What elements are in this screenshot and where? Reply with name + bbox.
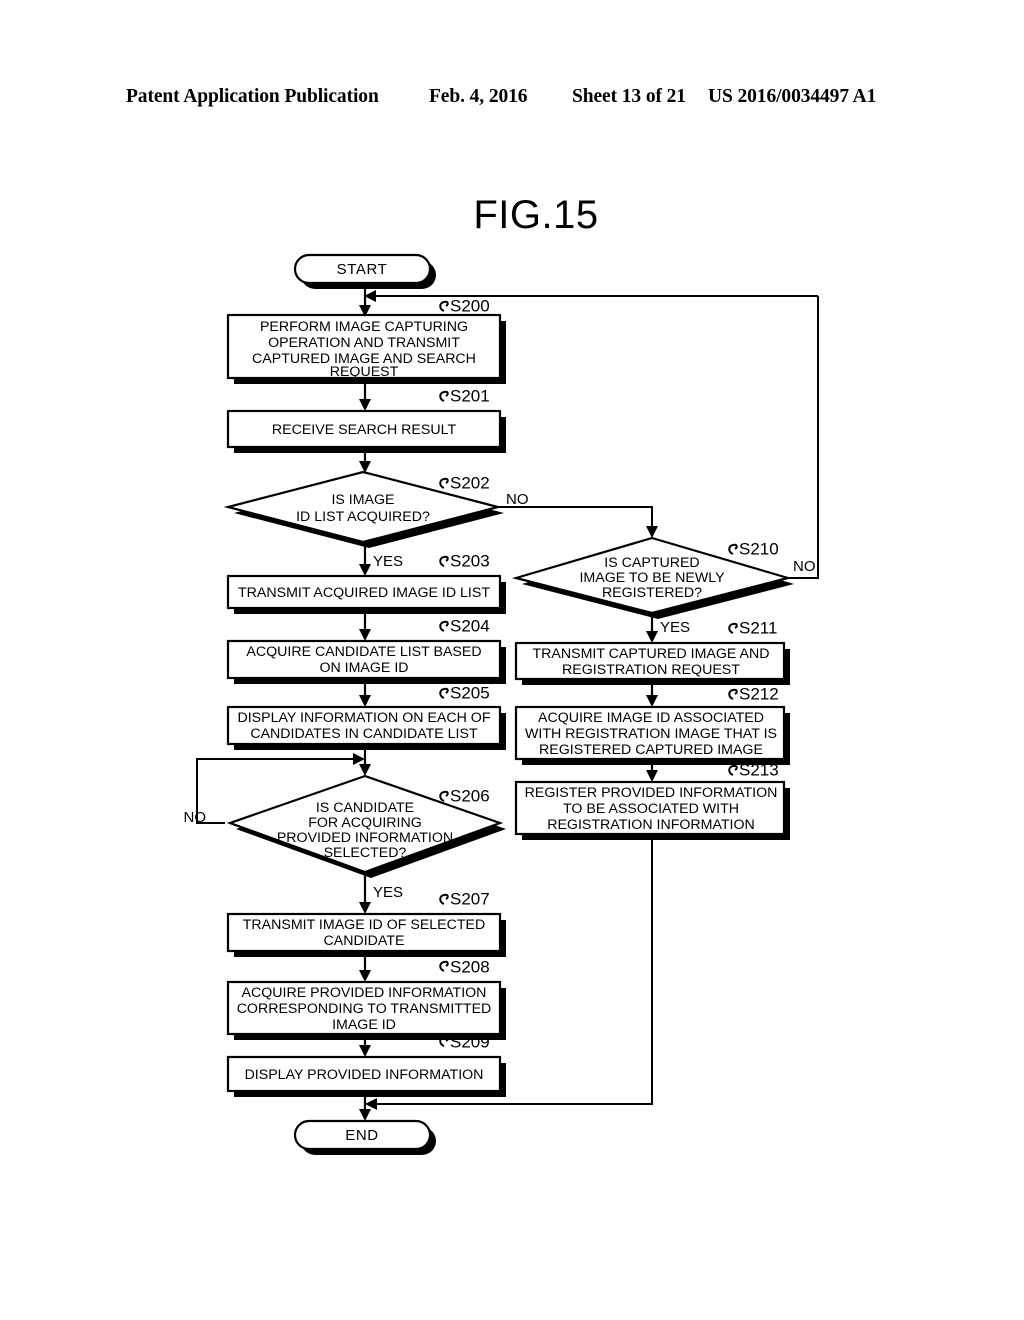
s207-line-2: CANDIDATE: [324, 933, 405, 949]
s207-line-1: TRANSMIT IMAGE ID OF SELECTED: [243, 917, 486, 933]
node-s206[interactable]: IS CANDIDATE FOR ACQUIRING PROVIDED INFO…: [184, 774, 507, 901]
arrow-s206-yes-to-s207: [359, 902, 371, 914]
node-s205[interactable]: DISPLAY INFORMATION ON EACH OF CANDIDATE…: [226, 683, 506, 750]
connector-s210-no-right: [788, 296, 819, 579]
tick-s202: [439, 477, 449, 489]
s212-step-label: S212: [739, 684, 779, 703]
node-s203[interactable]: TRANSMIT ACQUIRED IMAGE ID LIST S203: [226, 551, 506, 614]
s212-line-2: WITH REGISTRATION IMAGE THAT IS: [525, 726, 777, 742]
arrow-s210-yes-to-s211: [646, 631, 658, 643]
s206-no-label: NO: [184, 809, 207, 826]
flowchart: START PERFORM IMAGE CAPTURING OPERATION …: [184, 253, 819, 1155]
s210-step-label: S210: [739, 539, 779, 558]
s213-line-1: REGISTER PROVIDED INFORMATION: [525, 785, 778, 801]
arrow-s211-to-s212: [646, 695, 658, 707]
node-end[interactable]: END: [293, 1119, 436, 1155]
arrow-s203-to-s204: [359, 629, 371, 641]
tick-s210: [728, 543, 738, 555]
node-s201[interactable]: RECEIVE SEARCH RESULT S201: [226, 386, 506, 453]
tick-s208: [439, 960, 449, 972]
arrow-s206-no-loop: [353, 753, 365, 765]
s212-line-1: ACQUIRE IMAGE ID ASSOCIATED: [538, 710, 764, 726]
s206-line-3: PROVIDED INFORMATION: [277, 830, 453, 846]
s211-line-1: TRANSMIT CAPTURED IMAGE AND: [532, 646, 769, 662]
arrow-s204-to-s205: [359, 695, 371, 707]
arrow-s205-to-s206: [359, 764, 371, 776]
s200-line-1: PERFORM IMAGE CAPTURING: [260, 319, 468, 335]
tick-s213: [728, 764, 738, 776]
connector-s202-no-to-s210: [498, 506, 653, 531]
s213-step-label: S213: [739, 760, 779, 779]
s208-step-label: S208: [450, 957, 490, 976]
tick-s212: [728, 688, 738, 700]
arrow-s202-no-to-s210: [646, 526, 658, 538]
s211-step-label: S211: [739, 618, 777, 637]
tick-s205: [439, 687, 449, 699]
s200-line-2: OPERATION AND TRANSMIT: [268, 335, 460, 351]
s203-line-1: TRANSMIT ACQUIRED IMAGE ID LIST: [238, 585, 490, 601]
s206-yes-label: YES: [373, 884, 403, 901]
s212-line-3: REGISTERED CAPTURED IMAGE: [539, 742, 763, 758]
s200-line-4: REQUEST: [330, 364, 399, 380]
patent-figure-page: Patent Application Publication Feb. 4, 2…: [0, 0, 1024, 1320]
s201-line-1: RECEIVE SEARCH RESULT: [272, 422, 457, 438]
s210-line-1: IS CAPTURED: [604, 555, 699, 571]
arrow-s213-to-end: [365, 1098, 377, 1110]
tick-s203: [439, 555, 449, 567]
s201-step-label: S201: [450, 386, 490, 405]
s206-line-1: IS CANDIDATE: [316, 800, 414, 816]
arrow-s200-to-s201: [359, 399, 371, 411]
node-s208[interactable]: ACQUIRE PROVIDED INFORMATION CORRESPONDI…: [226, 957, 506, 1040]
s205-line-2: CANDIDATES IN CANDIDATE LIST: [250, 726, 478, 742]
tick-s204: [439, 620, 449, 632]
arrow-s208-to-s209: [359, 1045, 371, 1057]
arrow-s207-to-s208: [359, 970, 371, 982]
arrow-s212-to-s213: [646, 770, 658, 782]
s208-line-2: CORRESPONDING TO TRANSMITTED: [237, 1001, 492, 1017]
s205-line-1: DISPLAY INFORMATION ON EACH OF: [237, 710, 490, 726]
s205-step-label: S205: [450, 683, 490, 702]
end-label: END: [345, 1127, 378, 1144]
node-s207[interactable]: TRANSMIT IMAGE ID OF SELECTED CANDIDATE …: [226, 889, 506, 957]
tick-s211: [728, 622, 738, 634]
s208-line-3: IMAGE ID: [332, 1017, 396, 1033]
s203-step-label: S203: [450, 551, 490, 570]
s209-step-label: S209: [450, 1032, 490, 1051]
s200-step-label: S200: [450, 296, 490, 315]
s202-no-label: NO: [506, 491, 529, 508]
s213-line-3: REGISTRATION INFORMATION: [547, 817, 755, 833]
s210-line-3: REGISTERED?: [602, 585, 702, 601]
tick-s206: [439, 790, 449, 802]
s211-line-2: REGISTRATION REQUEST: [562, 662, 740, 678]
s209-line-1: DISPLAY PROVIDED INFORMATION: [245, 1067, 484, 1083]
s202-line-2: ID LIST ACQUIRED?: [296, 509, 430, 525]
start-label: START: [337, 261, 388, 278]
node-start[interactable]: START: [293, 253, 436, 289]
s206-line-2: FOR ACQUIRING: [308, 815, 422, 831]
tick-s200: [439, 300, 449, 312]
node-s204[interactable]: ACQUIRE CANDIDATE LIST BASED ON IMAGE ID…: [226, 616, 506, 684]
s207-step-label: S207: [450, 889, 490, 908]
arrow-s209-to-end: [359, 1109, 371, 1121]
s213-line-2: TO BE ASSOCIATED WITH: [563, 801, 739, 817]
arrow-s202-yes-to-s203: [359, 564, 371, 576]
s210-line-2: IMAGE TO BE NEWLY: [579, 570, 725, 586]
s206-step-label: S206: [450, 786, 490, 805]
tick-s201: [439, 390, 449, 402]
s206-line-4: SELECTED?: [324, 845, 407, 861]
arrow-s201-to-s202: [359, 461, 371, 473]
s210-no-label: NO: [793, 558, 816, 575]
s202-line-1: IS IMAGE: [331, 492, 394, 508]
s210-yes-label: YES: [660, 619, 690, 636]
s202-step-label: S202: [450, 473, 490, 492]
node-s209[interactable]: DISPLAY PROVIDED INFORMATION S209: [226, 1032, 506, 1097]
s204-line-1: ACQUIRE CANDIDATE LIST BASED: [246, 644, 481, 660]
tick-s207: [439, 893, 449, 905]
s202-yes-label: YES: [373, 553, 403, 570]
s204-step-label: S204: [450, 616, 490, 635]
s204-line-2: ON IMAGE ID: [319, 660, 408, 676]
s208-line-1: ACQUIRE PROVIDED INFORMATION: [242, 985, 487, 1001]
